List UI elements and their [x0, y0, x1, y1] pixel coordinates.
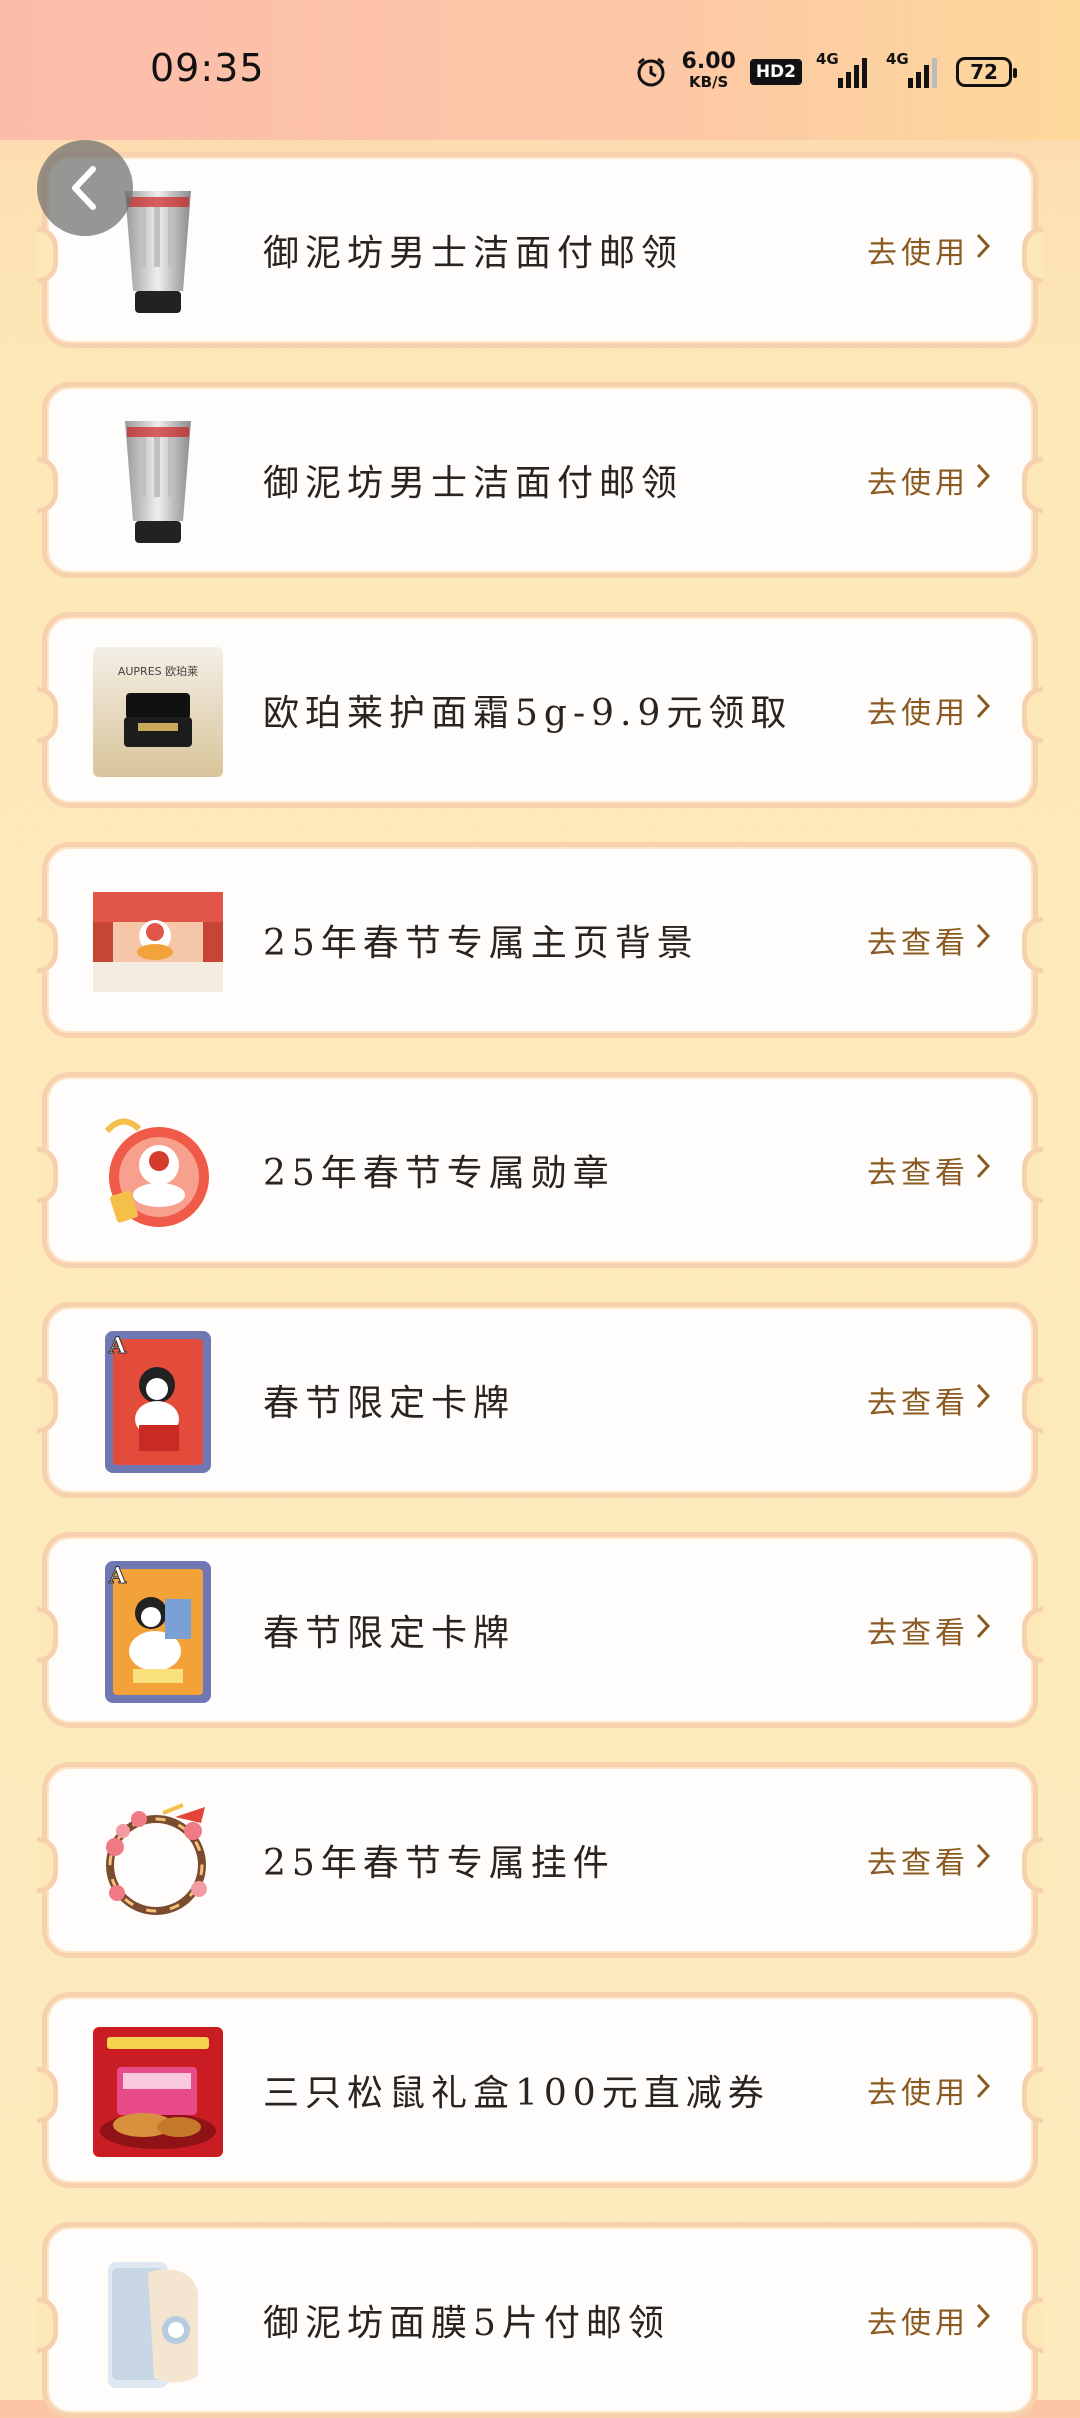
festival-card-image: A — [93, 1331, 223, 1473]
view-button[interactable]: 去查看 — [867, 847, 993, 1033]
cleanser-tube-image — [93, 417, 223, 547]
action-label: 去使用 — [867, 696, 969, 731]
reward-title: 欧珀莱护面霜5g-9.9元领取 — [263, 693, 793, 734]
chevron-right-icon — [973, 921, 993, 959]
action-label: 去使用 — [867, 2076, 969, 2111]
chevron-left-icon — [72, 166, 96, 210]
reward-card[interactable]: AUPRES 欧珀莱 欧珀莱护面霜5g-9.9元领取 去使用 — [37, 612, 1043, 808]
chevron-right-icon — [973, 231, 993, 269]
reward-title: 25年春节专属勋章 — [263, 1153, 615, 1194]
use-button[interactable]: 去使用 — [867, 2227, 993, 2413]
reward-title: 御泥坊男士洁面付邮领 — [263, 463, 684, 504]
reward-card[interactable]: 御泥坊男士洁面付邮领 去使用 — [37, 382, 1043, 578]
chevron-right-icon — [973, 691, 993, 729]
signal-icon-2: 4G — [886, 50, 942, 92]
cream-jar-image: AUPRES 欧珀莱 — [93, 647, 223, 777]
action-label: 去查看 — [867, 1386, 969, 1421]
action-label: 去使用 — [867, 2306, 969, 2341]
action-label: 去查看 — [867, 1846, 969, 1881]
chevron-right-icon — [973, 461, 993, 499]
action-label: 去查看 — [867, 926, 969, 961]
reward-card[interactable]: A 春节限定卡牌 去查看 — [37, 1302, 1043, 1498]
reward-card[interactable]: 25年春节专属挂件 去查看 — [37, 1762, 1043, 1958]
reward-title: 春节限定卡牌 — [263, 1383, 516, 1424]
network-speed-value: 6.00 — [681, 49, 736, 74]
back-button[interactable] — [37, 140, 133, 236]
face-mask-image — [93, 2257, 223, 2388]
signal-label-1: 4G — [816, 50, 839, 68]
alarm-icon — [634, 55, 668, 89]
signal-label-2: 4G — [886, 50, 909, 68]
view-button[interactable]: 去查看 — [867, 1537, 993, 1723]
reward-title: 御泥坊面膜5片付邮领 — [263, 2303, 670, 2344]
signal-icon: 4G — [816, 50, 872, 92]
chevron-right-icon — [973, 1611, 993, 1649]
festival-wreath-image — [93, 1797, 223, 1927]
festival-medal-image — [93, 1107, 223, 1237]
gift-box-image — [93, 2027, 223, 2157]
reward-card[interactable]: 御泥坊面膜5片付邮领 去使用 — [37, 2222, 1043, 2418]
hd-badge: HD2 — [749, 59, 802, 85]
action-label: 去使用 — [867, 466, 969, 501]
use-button[interactable]: 去使用 — [867, 617, 993, 803]
view-button[interactable]: 去查看 — [867, 1077, 993, 1263]
cream-jar-brand: AUPRES 欧珀莱 — [117, 665, 199, 678]
action-label: 去查看 — [867, 1616, 969, 1651]
chevron-right-icon — [973, 1381, 993, 1419]
action-label: 去使用 — [867, 236, 969, 271]
network-speed-unit: KB/S — [689, 73, 729, 91]
reward-title: 御泥坊男士洁面付邮领 — [263, 233, 684, 274]
chevron-right-icon — [973, 2301, 993, 2339]
use-button[interactable]: 去使用 — [867, 1997, 993, 2183]
chevron-right-icon — [973, 1841, 993, 1879]
network-speed: 6.00 KB/S — [681, 49, 736, 92]
festival-card-image: A — [93, 1561, 223, 1703]
battery-icon: 72 — [956, 57, 1017, 87]
reward-title: 春节限定卡牌 — [263, 1613, 516, 1654]
reward-card[interactable]: A 春节限定卡牌 去查看 — [37, 1532, 1043, 1728]
action-label: 去查看 — [867, 1156, 969, 1191]
reward-title: 三只松鼠礼盒100元直减券 — [263, 2073, 770, 2114]
chevron-right-icon — [973, 2071, 993, 2109]
reward-card[interactable]: 三只松鼠礼盒100元直减券 去使用 — [37, 1992, 1043, 2188]
view-button[interactable]: 去查看 — [867, 1307, 993, 1493]
reward-title: 25年春节专属主页背景 — [263, 923, 699, 964]
use-button[interactable]: 去使用 — [867, 387, 993, 573]
festival-background-image — [93, 877, 223, 1007]
reward-title: 25年春节专属挂件 — [263, 1843, 615, 1884]
reward-card[interactable]: 25年春节专属主页背景 去查看 — [37, 842, 1043, 1038]
use-button[interactable]: 去使用 — [867, 157, 993, 343]
reward-card[interactable]: 御泥坊男士洁面付邮领 去使用 — [37, 152, 1043, 348]
svg-text:A: A — [108, 1333, 127, 1359]
status-icons: 6.00 KB/S HD2 4G 4G 72 — [634, 48, 1017, 96]
svg-text:A: A — [108, 1563, 127, 1589]
chevron-right-icon — [973, 1151, 993, 1189]
status-time: 09:35 — [150, 46, 265, 90]
status-bar: 09:35 6.00 KB/S HD2 4G 4G 72 — [0, 0, 1080, 140]
reward-card[interactable]: 25年春节专属勋章 去查看 — [37, 1072, 1043, 1268]
view-button[interactable]: 去查看 — [867, 1767, 993, 1953]
